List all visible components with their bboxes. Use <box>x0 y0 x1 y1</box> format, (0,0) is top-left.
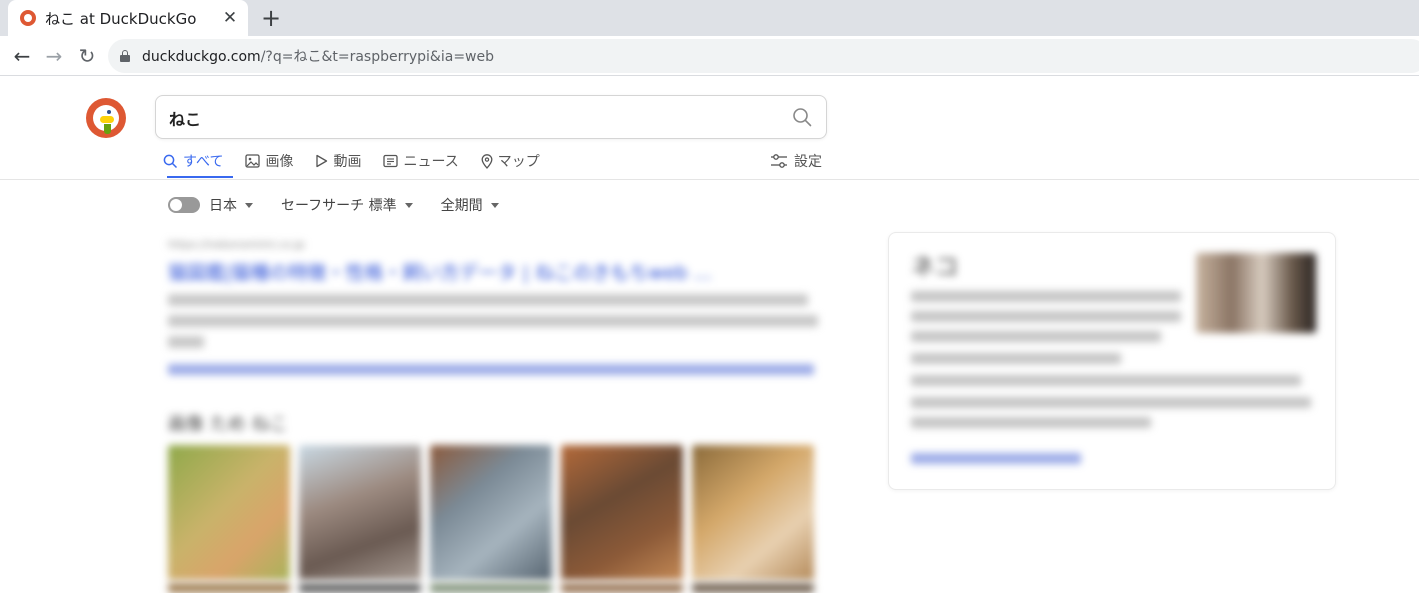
tab-label: ニュース <box>403 154 459 170</box>
result-snippet-line <box>168 336 204 348</box>
image-thumbnail[interactable] <box>561 583 683 593</box>
tab-images[interactable]: 画像 <box>237 150 301 172</box>
chevron-down-icon <box>245 202 253 208</box>
knowledge-panel-image[interactable] <box>1196 253 1316 333</box>
image-thumbnail[interactable] <box>168 583 290 593</box>
chevron-down-icon <box>490 202 499 208</box>
knowledge-panel: ネコ <box>888 232 1336 490</box>
result-title-link[interactable]: 猫図鑑|猫種の特徴・性格・飼い方データ | ねこのきもちweb ... <box>168 258 824 285</box>
result-snippet-line <box>168 294 808 306</box>
play-icon <box>316 154 328 168</box>
chevron-down-icon <box>404 202 413 208</box>
url-host: duckduckgo.com <box>142 49 261 65</box>
image-thumbnails-row-2 <box>168 583 814 593</box>
wikipedia-link[interactable] <box>911 453 1081 464</box>
tab-news[interactable]: ニュース <box>375 150 466 172</box>
image-icon <box>245 154 261 168</box>
knowledge-panel-text-line <box>911 331 1161 342</box>
new-tab-button[interactable]: + <box>258 5 284 31</box>
region-toggle[interactable] <box>168 197 200 213</box>
tab-all[interactable]: すべて <box>155 150 231 172</box>
tab-label: マップ <box>497 154 540 170</box>
close-tab-icon[interactable]: ✕ <box>220 8 240 28</box>
safesearch-filter[interactable]: セーフサーチ 標準 <box>281 195 413 215</box>
settings-label: 設定 <box>794 154 822 170</box>
browser-toolbar: ← → ↻ duckduckgo.com/?q=ねこ&t=raspberrypi… <box>0 36 1419 76</box>
settings-sliders-icon <box>771 154 787 168</box>
tab-videos[interactable]: 動画 <box>307 150 369 172</box>
browser-tab[interactable]: ねこ at DuckDuckGo ✕ <box>8 0 248 36</box>
knowledge-panel-text-line <box>911 397 1311 408</box>
safesearch-label: セーフサーチ 標準 <box>281 198 397 214</box>
tab-label: 画像 <box>265 154 294 170</box>
knowledge-panel-text-line <box>911 353 1121 364</box>
image-thumbnail[interactable] <box>430 445 552 580</box>
knowledge-panel-text-line <box>911 311 1181 322</box>
tab-title: ねこ at DuckDuckGo <box>45 9 197 28</box>
result-sitelink[interactable] <box>168 364 814 375</box>
header-divider <box>0 179 1419 180</box>
tab-maps[interactable]: マップ <box>473 150 548 172</box>
search-query[interactable]: ねこ <box>169 106 201 130</box>
settings-button[interactable]: 設定 <box>770 150 822 172</box>
image-thumbnail[interactable] <box>299 445 421 580</box>
duckduckgo-favicon-icon <box>20 10 36 26</box>
time-label: 全期間 <box>440 198 483 214</box>
url-path: /?q=ねこ&t=raspberrypi&ia=web <box>260 49 494 65</box>
time-filter[interactable]: 全期間 <box>441 195 499 215</box>
search-icon <box>163 154 178 168</box>
result-snippet-line <box>168 315 818 327</box>
knowledge-panel-text-line <box>911 417 1151 428</box>
news-icon <box>383 154 399 168</box>
search-icon[interactable] <box>792 107 812 127</box>
image-thumbnail[interactable] <box>430 583 552 593</box>
search-result[interactable]: https://nekonomimi.co.jp 猫図鑑|猫種の特徴・性格・飼い… <box>168 238 824 375</box>
search-filters: 日本 セーフサーチ 標準 全期間 <box>168 194 527 216</box>
browser-tab-strip: ねこ at DuckDuckGo ✕ + <box>0 0 1419 36</box>
result-source-url[interactable]: https://nekonomimi.co.jp <box>168 238 824 254</box>
knowledge-panel-text-line <box>911 291 1181 302</box>
search-input[interactable]: ねこ <box>155 95 827 139</box>
knowledge-panel-title: ネコ <box>911 253 959 281</box>
region-filter[interactable]: 日本 <box>209 195 253 215</box>
tab-label: すべて <box>183 154 224 170</box>
forward-button[interactable]: → <box>40 42 68 70</box>
region-label: 日本 <box>209 198 237 214</box>
image-thumbnails <box>168 445 814 580</box>
image-thumbnail[interactable] <box>168 445 290 580</box>
address-bar[interactable]: duckduckgo.com/?q=ねこ&t=raspberrypi&ia=we… <box>108 39 1419 73</box>
back-button[interactable]: ← <box>8 42 36 70</box>
image-thumbnail[interactable] <box>561 445 683 580</box>
url-text[interactable]: duckduckgo.com/?q=ねこ&t=raspberrypi&ia=we… <box>142 46 494 66</box>
images-section-heading[interactable]: 画像 ため ねこ <box>168 410 287 436</box>
image-thumbnail[interactable] <box>299 583 421 593</box>
reload-button[interactable]: ↻ <box>73 42 101 70</box>
image-thumbnail[interactable] <box>692 445 814 580</box>
lock-icon[interactable] <box>120 50 130 62</box>
image-thumbnail[interactable] <box>692 583 814 593</box>
map-pin-icon <box>481 153 493 169</box>
duckduckgo-logo[interactable] <box>86 98 126 138</box>
knowledge-panel-text-line <box>911 375 1301 386</box>
tab-label: 動画 <box>333 154 362 170</box>
active-tab-indicator <box>167 176 233 178</box>
